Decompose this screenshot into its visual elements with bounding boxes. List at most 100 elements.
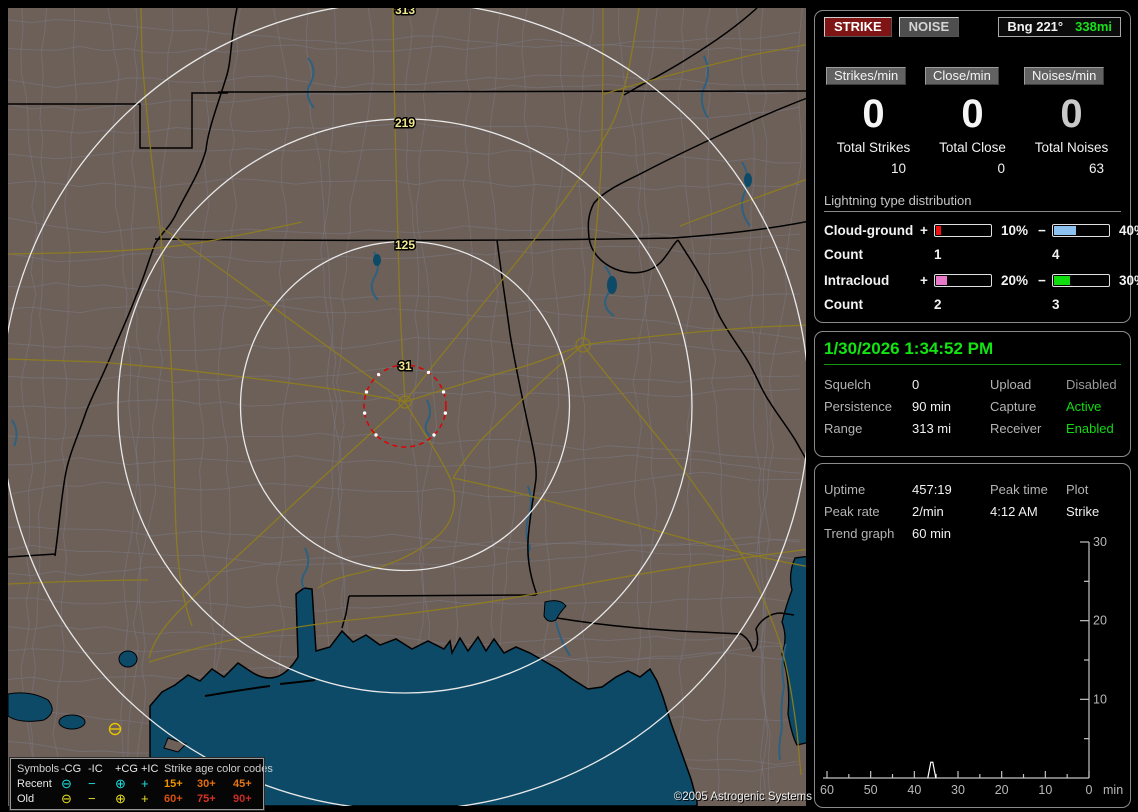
distribution-type-label: Cloud-ground <box>824 223 914 238</box>
counter-chip: Strikes/min <box>826 67 907 85</box>
legend-row-recent: Recent ⊖ − ⊕ +15+ 30+ 45+ <box>17 776 259 791</box>
setting-cell: Receiver <box>990 421 1042 436</box>
setting-cell: Active <box>1066 399 1102 414</box>
negative-percent-bar <box>1052 274 1110 287</box>
trend-panel: Uptime 457:19 Peak time Plot Peak rate 2/min 4… <box>814 463 1131 808</box>
setting-cell: Disabled <box>1066 377 1117 392</box>
trend-x-tick: 0 <box>1086 783 1093 797</box>
distribution-type-label: Intracloud <box>824 273 890 288</box>
legend-symbol-neg-ic-icon: − <box>88 776 96 791</box>
stat-cell: 4:12 AM <box>990 504 1038 519</box>
legend-header-row: Symbols -CG -IC +CG +IC Strike age color… <box>17 761 273 776</box>
legend-symbols-header: Symbols <box>17 762 60 775</box>
legend-age-30: 30+ <box>197 777 216 790</box>
setting-row-1: Persistence 90 min Capture Active <box>824 399 1121 414</box>
counter-column-2: Noises/min 0 Total Noises 63 <box>1022 67 1121 176</box>
ring-label-313: 313 <box>395 8 415 17</box>
legend-age-45: 45+ <box>233 777 252 790</box>
legend-symbol-neg-cg-icon: ⊖ <box>61 776 72 791</box>
ring-label-125: 125 <box>395 238 415 252</box>
stat-row-0: Uptime 457:19 Peak time Plot <box>824 482 1121 497</box>
positive-count-value: 1 <box>934 247 942 262</box>
setting-row-2: Range 313 mi Receiver Enabled <box>824 421 1121 436</box>
legend-age-90: 90+ <box>233 792 252 805</box>
counter-total-value: 10 <box>890 161 906 176</box>
distribution-count-row-1: Count 2 3 <box>824 297 1121 312</box>
legend-age-15: 15+ <box>164 777 183 790</box>
legend-row-label: Old <box>17 792 35 805</box>
setting-cell: 90 min <box>912 399 952 414</box>
legend-col-pos-cg: +CG <box>115 762 138 775</box>
stat-row-1: Peak rate 2/min 4:12 AM Strike <box>824 504 1121 519</box>
counter-chip: Close/min <box>925 67 999 85</box>
clock-display: 1/30/2026 1:34:52 PM <box>824 338 1121 365</box>
noise-button[interactable]: NOISE <box>898 17 960 37</box>
counter-total-label: Total Strikes <box>836 140 911 155</box>
ring-label-31: 31 <box>398 359 412 373</box>
distribution-count-row-0: Count 1 4 <box>824 247 1121 262</box>
setting-cell: Squelch <box>824 377 871 392</box>
rate-counters: Strikes/min 0 Total Strikes 10 Close/min 0 Tot… <box>824 67 1121 176</box>
distribution-rows: Cloud-ground+10%−40%Count14Intracloud+20… <box>824 223 1138 312</box>
status-panel: 1/30/2026 1:34:52 PM Squelch 0 Upload Disab… <box>814 331 1131 457</box>
bearing-readout: Bng 221° 338mi <box>998 17 1121 37</box>
trend-x-unit: min <box>1103 783 1123 797</box>
legend-col-neg-cg: -CG <box>61 762 82 775</box>
positive-percent-bar <box>934 274 992 287</box>
negative-percent-value: 30% <box>1119 273 1138 288</box>
legend-symbol-neg-cg-icon: ⊖ <box>61 791 72 806</box>
trend-x-tick: 50 <box>864 783 878 797</box>
strike-button[interactable]: STRIKE <box>824 17 892 37</box>
positive-count-value: 2 <box>934 297 942 312</box>
counter-value: 0 <box>961 92 984 136</box>
legend-symbol-pos-ic-icon: + <box>141 791 149 806</box>
trend-x-tick: 30 <box>951 783 965 797</box>
stat-cell: Plot <box>1066 482 1089 497</box>
count-label: Count <box>824 297 863 312</box>
trend-x-tick: 20 <box>995 783 1009 797</box>
stats-panel: STRIKE NOISE Bng 221° 338mi Strikes/min 0 To… <box>814 10 1138 323</box>
negative-count-value: 4 <box>1052 247 1060 262</box>
minus-sign: − <box>1038 223 1046 238</box>
map-legend: Symbols -CG -IC +CG +IC Strike age color… <box>9 757 273 811</box>
trend-y-tick: 10 <box>1093 692 1107 706</box>
stat-cell: 2/min <box>912 504 944 519</box>
counter-total-value: 0 <box>997 161 1005 176</box>
lightning-map[interactable]: 313 219 125 31 Symbols -CG -IC +CG +IC Stri… <box>8 8 812 811</box>
uptime-stats-grid: Uptime 457:19 Peak time Plot Peak rate 2/min 4… <box>824 482 1121 541</box>
stat-cell: Peak rate <box>824 504 880 519</box>
negative-percent-bar <box>1052 224 1110 237</box>
count-label: Count <box>824 247 863 262</box>
legend-col-neg-ic: -IC <box>88 762 103 775</box>
bearing-value: Bng 221° <box>1007 19 1064 34</box>
stat-cell: Uptime <box>824 482 866 497</box>
setting-cell: 313 mi <box>912 421 952 436</box>
counter-value: 0 <box>1060 92 1083 136</box>
trend-y-tick: 30 <box>1093 536 1107 549</box>
counter-total-label: Total Close <box>939 140 1006 155</box>
legend-symbol-neg-ic-icon: − <box>88 791 96 806</box>
distribution-row-0: Cloud-ground +10%− 40% <box>824 223 1138 238</box>
setting-cell: 0 <box>912 377 920 392</box>
distribution-title: Lightning type distribution <box>824 193 1121 212</box>
trend-x-tick: 40 <box>907 783 921 797</box>
legend-age-75: 75+ <box>197 792 216 805</box>
trend-x-tick: 10 <box>1038 783 1052 797</box>
stat-cell: Strike <box>1066 504 1100 519</box>
counter-total-label: Total Noises <box>1034 140 1109 155</box>
negative-percent-value: 40% <box>1119 223 1138 238</box>
legend-row-label: Recent <box>17 777 52 790</box>
positive-percent-bar <box>934 224 992 237</box>
minus-sign: − <box>1038 273 1046 288</box>
setting-cell: Capture <box>990 399 1037 414</box>
legend-age-header: Strike age color codes <box>164 762 273 775</box>
legend-col-pos-ic: +IC <box>141 762 159 775</box>
legend-symbol-pos-cg-icon: ⊕ <box>115 776 126 791</box>
counter-value: 0 <box>862 92 885 136</box>
setting-cell: Persistence <box>824 399 892 414</box>
trend-graph: 30 20 10 60 50 40 30 20 10 0 min <box>820 536 1123 797</box>
counter-chip: Noises/min <box>1024 67 1105 85</box>
stat-cell: 457:19 <box>912 482 952 497</box>
legend-row-old: Old ⊖ − ⊕ +60+ 75+ 90+ <box>17 791 259 806</box>
ring-label-219: 219 <box>395 116 415 130</box>
